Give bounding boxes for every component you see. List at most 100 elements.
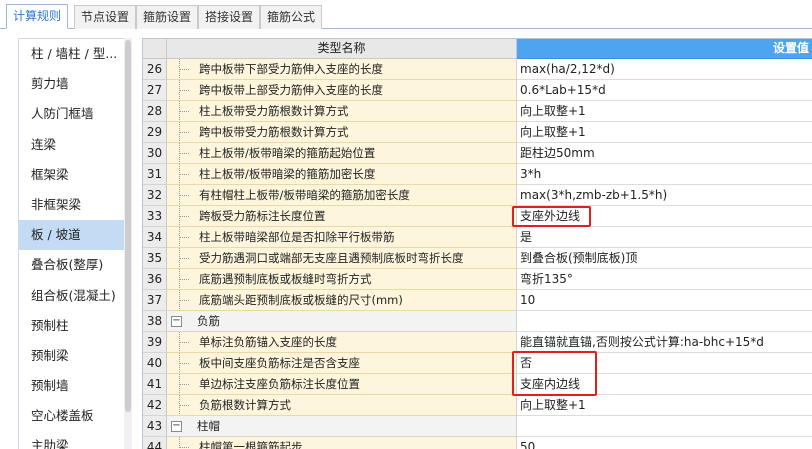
setting-value-cell[interactable]: 向上取整+1	[517, 395, 812, 416]
tab-node-settings[interactable]: 节点设置	[74, 5, 137, 29]
type-name-cell: 有柱帽柱上板带/板带暗梁的箍筋加密长度	[167, 185, 517, 206]
table-row[interactable]: 37 底筋端头距预制底板或板缝的尺寸(mm) 10	[143, 290, 812, 311]
setting-value-cell[interactable]: 向上取整+1	[517, 122, 812, 143]
setting-value-cell[interactable]: 支座外边线	[517, 206, 812, 227]
tab-lap-settings[interactable]: 搭接设置	[198, 5, 261, 29]
sidebar-item-shear-wall[interactable]: 剪力墙	[19, 69, 130, 99]
tree-branch	[179, 153, 189, 154]
row-number: 35	[143, 248, 167, 269]
sidebar-item-non-frame-beam[interactable]: 非框架梁	[19, 190, 130, 220]
setting-value-cell[interactable]: 10	[517, 290, 812, 311]
sidebar-item-main-rib-beam[interactable]: 主肋梁	[19, 431, 130, 449]
table-row[interactable]: 39 单标注负筋锚入支座的长度 能直锚就直锚,否则按公式计算:ha-bhc+15*d	[143, 332, 812, 353]
tree-branch	[179, 363, 189, 364]
type-name-cell: 跨中板带下部受力筋伸入支座的长度	[167, 59, 517, 80]
setting-value-cell[interactable]	[517, 311, 812, 332]
row-number: 31	[143, 164, 167, 185]
sidebar-item-frame-beam[interactable]: 框架梁	[19, 160, 130, 190]
tree-branch	[179, 216, 189, 217]
tree-branch	[179, 111, 189, 112]
group-row[interactable]: 38− 负筋	[143, 311, 812, 332]
table-row[interactable]: 44 柱帽第一根箍筋起步 50	[143, 437, 812, 449]
tree-branch	[179, 174, 189, 175]
sidebar-item-coupling-beam[interactable]: 连梁	[19, 130, 130, 160]
type-name-text: 负筋根数计算方式	[199, 398, 291, 412]
type-name-text: 柱上板带/板带暗梁的箍筋起始位置	[199, 146, 376, 160]
sidebar-item-composite-slab-concrete[interactable]: 组合板(混凝土)	[19, 281, 130, 311]
tree-branch	[179, 69, 189, 70]
setting-value-cell[interactable]: 弯折135°	[517, 269, 812, 290]
sidebar-item-column-wall-column[interactable]: 柱 / 墙柱 / 型...	[19, 39, 130, 69]
tree-branch	[179, 195, 189, 196]
type-name-cell: − 柱帽	[167, 416, 517, 437]
setting-value-cell[interactable]: max(3*h,zmb-zb+1.5*h)	[517, 185, 812, 206]
setting-value-cell[interactable]: max(ha/2,12*d)	[517, 59, 812, 80]
tab-stirrup-settings[interactable]: 箍筋设置	[136, 5, 199, 29]
row-number: 30	[143, 143, 167, 164]
table-row[interactable]: 42 负筋根数计算方式 向上取整+1	[143, 395, 812, 416]
table-row[interactable]: 40 板中间支座负筋标注是否含支座 否	[143, 353, 812, 374]
row-number: 29	[143, 122, 167, 143]
table-row[interactable]: 33 跨板受力筋标注长度位置 支座外边线	[143, 206, 812, 227]
column-header-setting-value[interactable]: 设置值	[517, 39, 812, 59]
type-name-text: 跨中板带上部受力筋伸入支座的长度	[199, 83, 383, 97]
sidebar-item-hollow-floor-slab[interactable]: 空心楼盖板	[19, 401, 130, 431]
type-name-cell: 柱帽第一根箍筋起步	[167, 437, 517, 449]
setting-value-cell[interactable]: 能直锚就直锚,否则按公式计算:ha-bhc+15*d	[517, 332, 812, 353]
sidebar-scroll-thumb[interactable]	[125, 40, 131, 412]
setting-value-cell[interactable]: 否	[517, 353, 812, 374]
type-name-cell: 单标注负筋锚入支座的长度	[167, 332, 517, 353]
setting-value-cell[interactable]: 向上取整+1	[517, 101, 812, 122]
setting-value-cell[interactable]: 50	[517, 437, 812, 449]
collapse-toggle-icon[interactable]: −	[171, 316, 182, 327]
tree-branch	[179, 405, 189, 406]
table-row[interactable]: 34 柱上板带暗梁部位是否扣除平行板带筋 是	[143, 227, 812, 248]
type-name-text: 跨中板带受力筋根数计算方式	[199, 125, 349, 139]
type-name-cell: − 负筋	[167, 311, 517, 332]
type-name-cell: 跨中板带上部受力筋伸入支座的长度	[167, 80, 517, 101]
tab-calc-rules[interactable]: 计算规则	[6, 4, 69, 29]
setting-value-cell[interactable]: 0.6*Lab+15*d	[517, 80, 812, 101]
sidebar-item-slab-ramp[interactable]: 板 / 坡道	[19, 220, 130, 251]
tab-stirrup-formula[interactable]: 箍筋公式	[260, 5, 323, 29]
setting-value-cell[interactable]: 3*h	[517, 164, 812, 185]
sidebar-item-civil-defense-door-frame-wall[interactable]: 人防门框墙	[19, 99, 130, 129]
table-row[interactable]: 32 有柱帽柱上板带/板带暗梁的箍筋加密长度 max(3*h,zmb-zb+1.5*…	[143, 185, 812, 206]
row-number: 41	[143, 374, 167, 395]
type-name-cell: 底筋遇预制底板或板缝时弯折方式	[167, 269, 517, 290]
sidebar-item-precast-column[interactable]: 预制柱	[19, 311, 130, 341]
table-row[interactable]: 27 跨中板带上部受力筋伸入支座的长度 0.6*Lab+15*d	[143, 80, 812, 101]
table-row[interactable]: 31 柱上板带/板带暗梁的箍筋加密长度 3*h	[143, 164, 812, 185]
group-row[interactable]: 43− 柱帽	[143, 416, 812, 437]
setting-value-cell[interactable]	[517, 416, 812, 437]
tree-branch	[179, 447, 189, 448]
sidebar-scrollbar[interactable]	[124, 38, 132, 449]
type-name-cell: 受力筋遇洞口或端部无支座且遇预制底板时弯折长度	[167, 248, 517, 269]
row-number: 32	[143, 185, 167, 206]
collapse-toggle-icon[interactable]: −	[171, 421, 182, 432]
setting-value-cell[interactable]: 支座内边线	[517, 374, 812, 395]
table-row[interactable]: 35 受力筋遇洞口或端部无支座且遇预制底板时弯折长度 到叠合板(预制底板)顶	[143, 248, 812, 269]
table-row[interactable]: 29 跨中板带受力筋根数计算方式 向上取整+1	[143, 122, 812, 143]
type-name-cell: 单边标注支座负筋标注长度位置	[167, 374, 517, 395]
tree-branch	[179, 300, 189, 301]
setting-value-cell[interactable]: 是	[517, 227, 812, 248]
row-number: 44	[143, 437, 167, 449]
column-header-type-name[interactable]: 类型名称	[167, 39, 517, 59]
table-row[interactable]: 41 单边标注支座负筋标注长度位置 支座内边线	[143, 374, 812, 395]
table-row[interactable]: 26 跨中板带下部受力筋伸入支座的长度 max(ha/2,12*d)	[143, 59, 812, 80]
table-row[interactable]: 36 底筋遇预制底板或板缝时弯折方式 弯折135°	[143, 269, 812, 290]
sidebar-item-precast-beam[interactable]: 预制梁	[19, 341, 130, 371]
type-name-cell: 板中间支座负筋标注是否含支座	[167, 353, 517, 374]
component-type-list: 柱 / 墙柱 / 型... 剪力墙 人防门框墙 连梁 框架梁 非框架梁 板 / …	[18, 38, 130, 449]
setting-value-cell[interactable]: 距柱边50mm	[517, 143, 812, 164]
row-number: 42	[143, 395, 167, 416]
sidebar-item-composite-slab-full[interactable]: 叠合板(整厚)	[19, 250, 130, 280]
tree-branch	[179, 384, 189, 385]
table-row[interactable]: 28 柱上板带受力筋根数计算方式 向上取整+1	[143, 101, 812, 122]
type-name-text: 跨板受力筋标注长度位置	[199, 209, 326, 223]
type-name-cell: 底筋端头距预制底板或板缝的尺寸(mm)	[167, 290, 517, 311]
setting-value-cell[interactable]: 到叠合板(预制底板)顶	[517, 248, 812, 269]
sidebar-item-precast-wall[interactable]: 预制墙	[19, 371, 130, 401]
table-row[interactable]: 30 柱上板带/板带暗梁的箍筋起始位置 距柱边50mm	[143, 143, 812, 164]
